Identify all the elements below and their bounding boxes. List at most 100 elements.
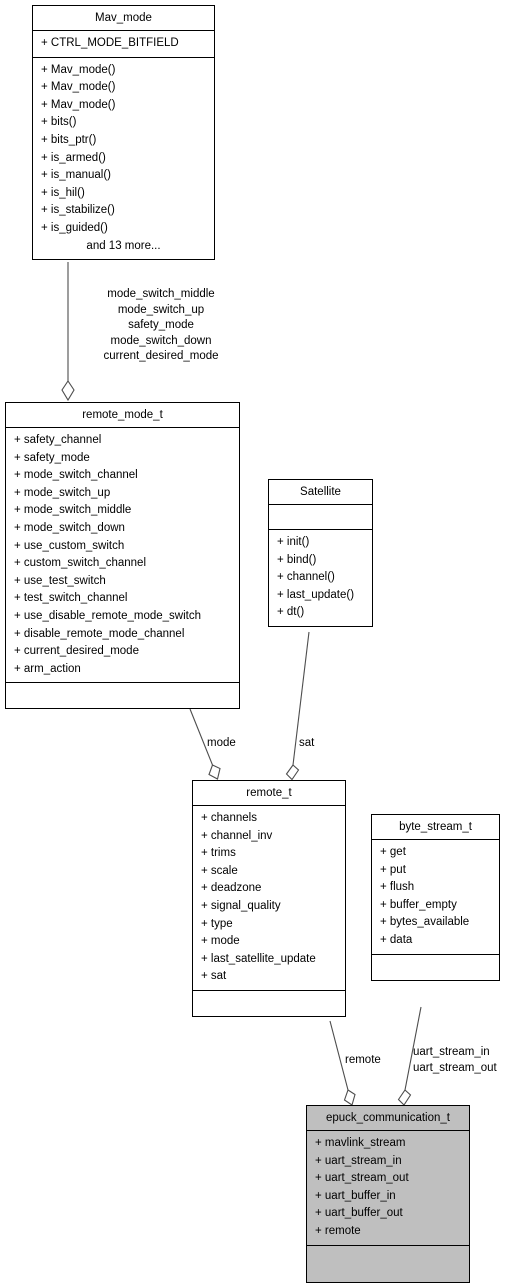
- aggregation-diamond-epuck-remote: [343, 1089, 356, 1106]
- method-list: + init() + bind() + channel() + last_upd…: [269, 530, 372, 626]
- attribute-item: + sat: [201, 970, 227, 983]
- class-remote-mode-t[interactable]: remote_mode_t + safety_channel + safety_…: [5, 402, 240, 710]
- attribute-item: + uart_stream_in: [315, 1154, 402, 1167]
- attribute-item: + deadzone: [201, 882, 262, 895]
- attribute-list: + safety_channel + safety_mode + mode_sw…: [6, 428, 239, 682]
- edge-label-remote: remote: [345, 1054, 381, 1066]
- attribute-item: + safety_channel: [14, 434, 102, 446]
- attribute-item: + current_desired_mode: [14, 645, 139, 658]
- attribute-item: + data: [380, 933, 413, 946]
- method-item: + channel(): [277, 571, 335, 584]
- attribute-list: + CTRL_MODE_BITFIELD: [33, 31, 214, 57]
- method-item: + init(): [277, 536, 310, 548]
- class-title-compartment: Mav_mode: [33, 6, 214, 31]
- attribute-item: + type: [201, 917, 233, 930]
- attribute-item: + CTRL_MODE_BITFIELD: [41, 37, 179, 49]
- attribute-item: + bytes_available: [380, 916, 470, 929]
- attribute-item: + mode_switch_channel: [14, 469, 138, 482]
- attribute-item: + uart_stream_out: [315, 1172, 409, 1185]
- edge-label-sat: sat: [299, 737, 315, 749]
- method-item: + is_armed(): [41, 151, 106, 164]
- edge-label-line: uart_stream_in: [413, 1046, 490, 1058]
- attributes-compartment: [269, 505, 372, 530]
- method-item: + Mav_mode(): [41, 98, 116, 111]
- attribute-item: + remote: [315, 1224, 361, 1237]
- attribute-item: + use_test_switch: [14, 574, 106, 587]
- methods-compartment: + init() + bind() + channel() + last_upd…: [269, 530, 372, 626]
- method-item: + is_manual(): [41, 169, 111, 182]
- edge-label-line: mode_switch_up: [117, 303, 205, 316]
- aggregation-diamond-epuck-uart: [397, 1089, 412, 1106]
- attributes-compartment: + safety_channel + safety_mode + mode_sw…: [6, 428, 239, 684]
- method-list: + Mav_mode() + Mav_mode() + Mav_mode() +…: [33, 58, 214, 260]
- attribute-item: + mode: [201, 935, 240, 948]
- attributes-compartment: + get + put + flush + buffer_empty + byt…: [372, 840, 499, 955]
- attribute-item: + mavlink_stream: [315, 1137, 406, 1149]
- class-mav-mode[interactable]: Mav_mode + CTRL_MODE_BITFIELD + Mav_mode…: [32, 5, 215, 261]
- class-title-compartment: byte_stream_t: [372, 815, 499, 840]
- more-members-label: and 13 more...: [86, 239, 161, 252]
- attribute-item: + scale: [201, 864, 238, 877]
- edge-label-line: safety_mode: [128, 319, 194, 331]
- methods-compartment: + Mav_mode() + Mav_mode() + Mav_mode() +…: [33, 58, 214, 260]
- attribute-item: + custom_switch_channel: [14, 557, 147, 570]
- class-name-epuck-communication-t: epuck_communication_t: [325, 1112, 450, 1124]
- method-item: + last_update(): [277, 588, 355, 601]
- attribute-item: + mode_switch_down: [14, 521, 125, 534]
- attributes-compartment: + mavlink_stream + uart_stream_in + uart…: [307, 1131, 469, 1246]
- method-item: + is_guided(): [41, 221, 108, 234]
- aggregation-diamond-remotet-mode: [208, 764, 221, 780]
- edge-label-uart-streams: uart_stream_in uart_stream_out: [413, 1045, 497, 1076]
- attribute-item: + mode_switch_middle: [14, 504, 132, 517]
- attribute-item: + test_switch_channel: [14, 592, 128, 605]
- attribute-list: + get + put + flush + buffer_empty + byt…: [372, 840, 499, 954]
- edge-label-line: mode_switch_middle: [107, 288, 215, 300]
- class-name-byte-stream-t: byte_stream_t: [399, 821, 472, 833]
- class-byte-stream-t[interactable]: byte_stream_t + get + put + flush + buff…: [371, 814, 500, 981]
- attribute-item: + signal_quality: [201, 899, 281, 912]
- edge-label-mode: mode: [207, 737, 236, 749]
- attribute-item: + use_disable_remote_mode_switch: [14, 609, 201, 622]
- edge-label-mavmode-remotemodet: mode_switch_middle mode_switch_up safety…: [72, 287, 322, 365]
- attribute-item: + last_satellite_update: [201, 952, 316, 965]
- class-remote-t[interactable]: remote_t + channels + channel_inv + trim…: [192, 780, 346, 1017]
- edge-label-line: mode_switch_down: [110, 334, 212, 347]
- aggregation-diamond-remotet-sat: [285, 764, 300, 781]
- attribute-list: + mavlink_stream + uart_stream_in + uart…: [307, 1131, 469, 1245]
- class-name-remote-mode-t: remote_mode_t: [82, 409, 163, 421]
- class-title-compartment: epuck_communication_t: [307, 1106, 469, 1131]
- attribute-item: + disable_remote_mode_channel: [14, 627, 185, 640]
- class-title-compartment: remote_mode_t: [6, 403, 239, 428]
- attribute-item: + buffer_empty: [380, 898, 457, 911]
- attribute-item: + mode_switch_up: [14, 486, 111, 499]
- attribute-item: + use_custom_switch: [14, 539, 125, 552]
- edge-label-line: uart_stream_out: [413, 1061, 497, 1074]
- methods-compartment: [193, 991, 345, 1016]
- method-item: + is_stabilize(): [41, 204, 115, 217]
- methods-compartment: [372, 955, 499, 980]
- attributes-compartment: + CTRL_MODE_BITFIELD: [33, 31, 214, 58]
- attributes-compartment: + channels + channel_inv + trims + scale…: [193, 806, 345, 991]
- class-title-compartment: Satellite: [269, 480, 372, 505]
- method-item: + bind(): [277, 553, 317, 566]
- methods-compartment: [307, 1246, 469, 1282]
- aggregation-diamond-remotemodet: [61, 380, 75, 402]
- attribute-list: + channels + channel_inv + trims + scale…: [193, 806, 345, 990]
- method-item: + Mav_mode(): [41, 81, 116, 94]
- attribute-item: + put: [380, 863, 406, 876]
- methods-compartment: [6, 683, 239, 708]
- attribute-item: + safety_mode: [14, 451, 90, 464]
- class-name-satellite: Satellite: [300, 486, 341, 498]
- method-item: + bits(): [41, 116, 77, 129]
- class-name-mav-mode: Mav_mode: [95, 12, 152, 24]
- class-satellite[interactable]: Satellite + init() + bind() + channel() …: [268, 479, 373, 627]
- attribute-item: + channels: [201, 812, 257, 824]
- attribute-item: + channel_inv: [201, 829, 273, 842]
- class-epuck-communication-t[interactable]: epuck_communication_t + mavlink_stream +…: [306, 1105, 470, 1283]
- uml-class-diagram: Mav_mode + CTRL_MODE_BITFIELD + Mav_mode…: [0, 0, 509, 1283]
- method-item: + Mav_mode(): [41, 63, 116, 76]
- method-item: + dt(): [277, 606, 305, 619]
- attribute-item: + uart_buffer_out: [315, 1207, 403, 1220]
- attribute-item: + arm_action: [14, 662, 81, 675]
- method-item: + bits_ptr(): [41, 133, 97, 146]
